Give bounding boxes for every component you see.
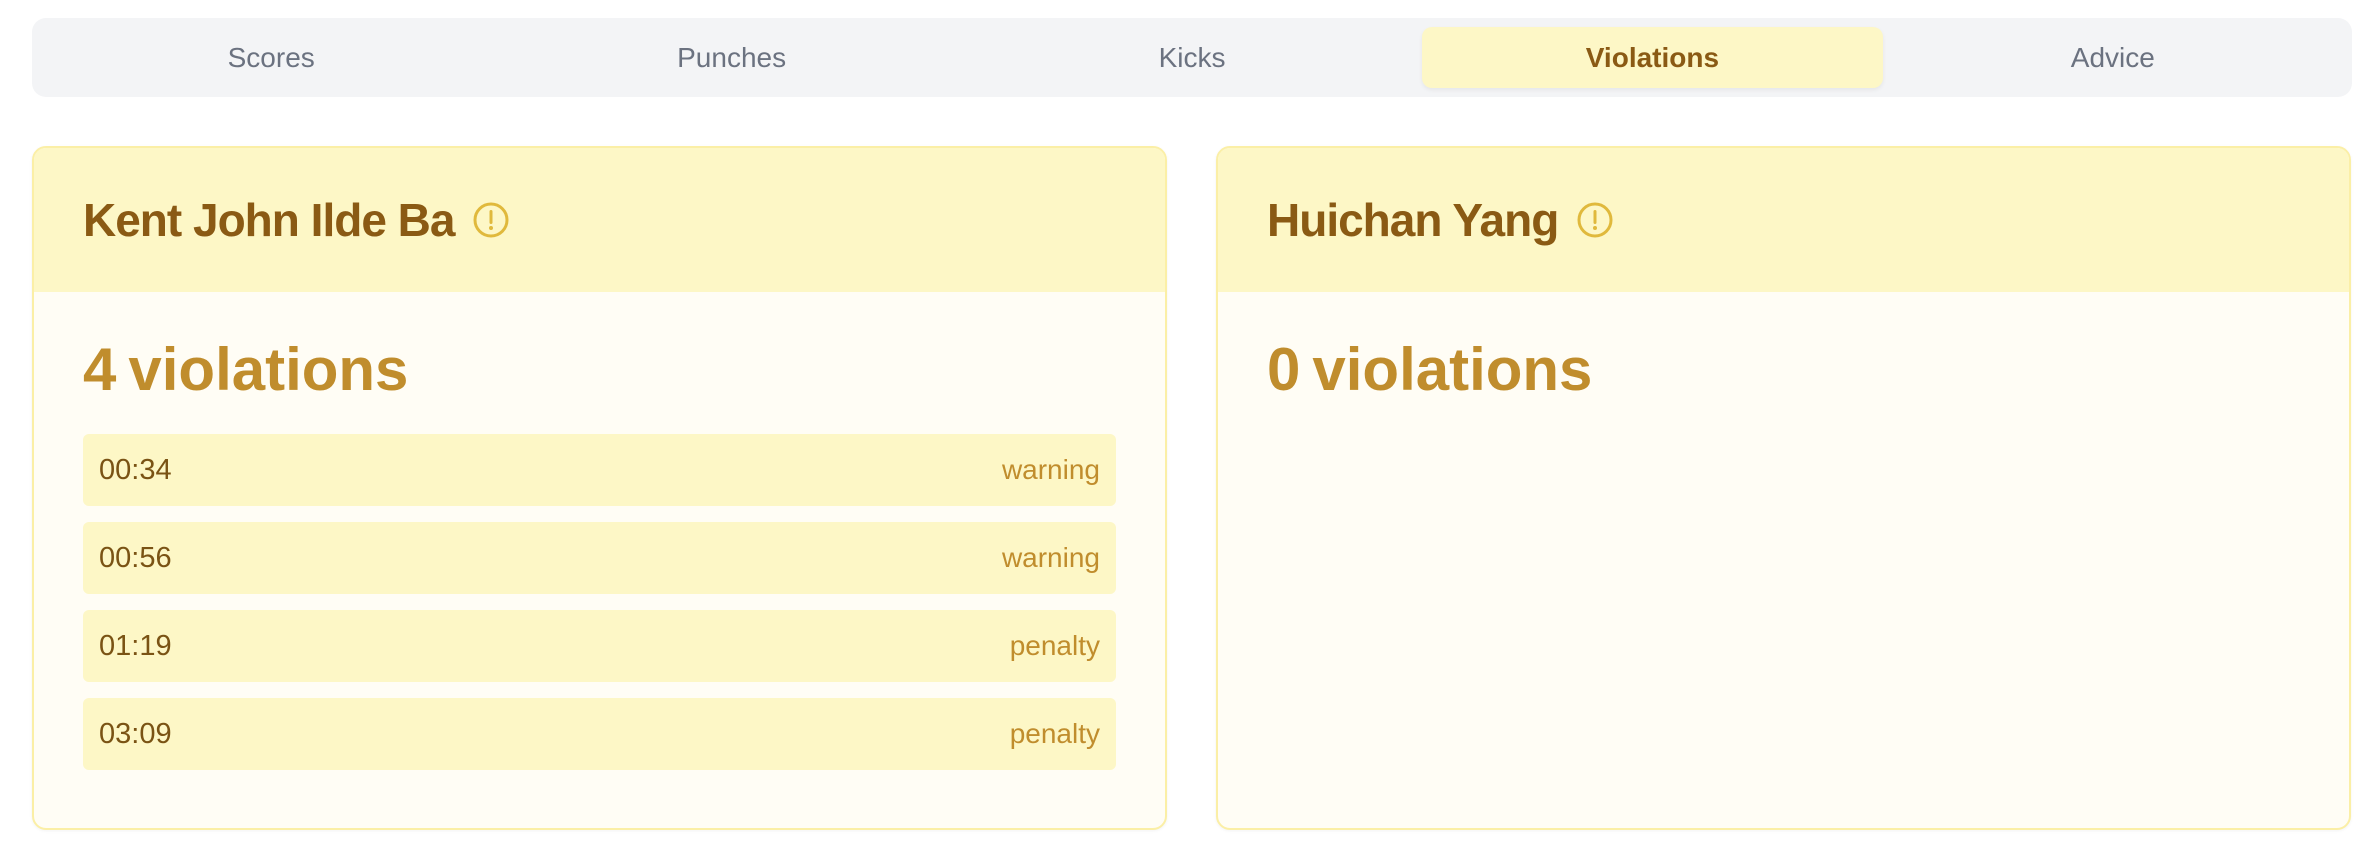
tab-bar: Scores Punches Kicks Violations Advice [32, 18, 2352, 97]
tab-kicks[interactable]: Kicks [962, 27, 1422, 88]
violation-time: 01:19 [99, 629, 172, 662]
violation-type: penalty [1009, 718, 1100, 749]
violation-row: 00:34 warning [83, 434, 1116, 506]
violation-row: 03:09 penalty [83, 698, 1116, 770]
tab-scores[interactable]: Scores [41, 27, 501, 88]
violation-time: 00:34 [99, 453, 172, 486]
violation-count-label: violations [128, 336, 409, 403]
violation-count: 4 violations [83, 340, 1116, 400]
violation-count-label: violations [1312, 336, 1593, 403]
violation-time: 00:56 [99, 541, 172, 574]
violation-row: 01:19 penalty [83, 610, 1116, 682]
fighter-card-header: Kent John Ilde Ba [34, 148, 1165, 292]
fighter-card-body: 0 violations [1218, 292, 2349, 400]
violation-count: 0 violations [1267, 340, 2300, 400]
fighter-card-body: 4 violations 00:34 warning 00:56 warning … [34, 292, 1165, 770]
violation-type: warning [1001, 454, 1100, 485]
alert-circle-icon [1576, 201, 1614, 239]
alert-circle-icon [472, 201, 510, 239]
tab-advice[interactable]: Advice [1883, 27, 2343, 88]
fighter-card-header: Huichan Yang [1218, 148, 2349, 292]
violation-count-number: 4 [83, 336, 117, 403]
violation-count-number: 0 [1267, 336, 1301, 403]
fighter-name: Kent John Ilde Ba [83, 194, 455, 246]
violation-type: warning [1001, 542, 1100, 573]
violation-type: penalty [1009, 630, 1100, 661]
tab-violations[interactable]: Violations [1422, 27, 1883, 88]
fighter-name: Huichan Yang [1267, 194, 1559, 246]
violation-row: 00:56 warning [83, 522, 1116, 594]
fighter-card-2: Huichan Yang 0 violations [1216, 146, 2351, 830]
fighter-card-1: Kent John Ilde Ba 4 violations 00:34 warn… [32, 146, 1167, 830]
tab-punches[interactable]: Punches [501, 27, 961, 88]
violation-time: 03:09 [99, 717, 172, 750]
